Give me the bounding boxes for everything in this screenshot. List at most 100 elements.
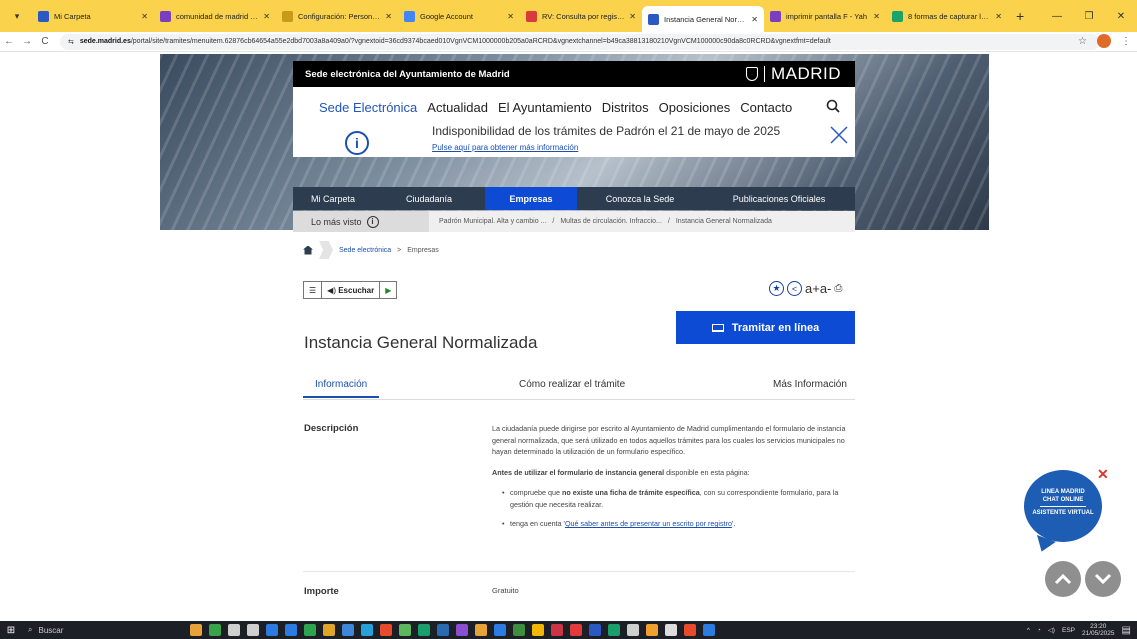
taskbar-app-icon[interactable] — [684, 624, 696, 636]
most-viewed-link[interactable]: Multas de circulación. Infraccio... — [560, 218, 662, 225]
browser-tab[interactable]: Instancia General Normal ✕ — [642, 6, 764, 32]
main-nav-item[interactable]: Contacto — [740, 100, 792, 115]
taskbar-app-icon[interactable] — [285, 624, 297, 636]
browser-tab[interactable]: Google Account ✕ — [398, 4, 520, 28]
site-info-icon[interactable]: ⇆ — [68, 38, 74, 46]
windows-start-icon[interactable]: ⊞ — [0, 625, 22, 636]
taskbar-app-icon[interactable] — [418, 624, 430, 636]
profile-avatar[interactable] — [1097, 34, 1111, 48]
section-nav-item[interactable]: Ciudadanía — [373, 187, 485, 210]
taskbar-app-icon[interactable] — [437, 624, 449, 636]
section-nav-item[interactable]: Empresas — [485, 187, 577, 210]
forward-icon[interactable]: → — [18, 36, 36, 47]
home-icon[interactable] — [303, 245, 313, 255]
search-icon[interactable] — [826, 99, 840, 113]
taskbar-app-icon[interactable] — [209, 624, 221, 636]
bookmark-star-icon[interactable]: ☆ — [1078, 36, 1087, 47]
browser-tab[interactable]: RV: Consulta por registro ✕ — [520, 4, 642, 28]
close-tab-icon[interactable]: ✕ — [263, 12, 270, 21]
favorite-star-icon[interactable]: ★ — [769, 281, 784, 296]
taskbar-app-icon[interactable] — [494, 624, 506, 636]
taskbar-search[interactable]: ⌕ Buscar — [22, 625, 142, 635]
tab-como-realizar[interactable]: Cómo realizar el trámite — [519, 379, 625, 390]
maximize-icon[interactable]: ❐ — [1073, 11, 1105, 22]
taskbar-app-icon[interactable] — [323, 624, 335, 636]
taskbar-app-icon[interactable] — [513, 624, 525, 636]
font-size-icon[interactable]: a+a- — [805, 281, 831, 296]
notice-link[interactable]: Pulse aquí para obtener más información — [432, 143, 578, 152]
most-viewed-link[interactable]: Padrón Municipal. Alta y cambio ... — [439, 218, 546, 225]
back-icon[interactable]: ← — [0, 36, 18, 47]
taskbar-app-icon[interactable] — [399, 624, 411, 636]
taskbar-app-icon[interactable] — [608, 624, 620, 636]
taskbar-app-icon[interactable] — [589, 624, 601, 636]
browser-menu-icon[interactable]: ⋮ — [1121, 36, 1131, 47]
clock[interactable]: 23:20 21/05/2025 — [1082, 623, 1115, 637]
share-icon[interactable]: < — [787, 281, 802, 296]
scroll-up-button[interactable] — [1045, 561, 1081, 597]
main-nav-item[interactable]: Distritos — [602, 100, 649, 115]
browser-tab[interactable]: Mi Carpeta ✕ — [32, 4, 154, 28]
reload-icon[interactable]: C — [36, 36, 54, 47]
close-chat-icon[interactable]: ✕ — [1097, 466, 1109, 483]
taskbar-app-icon[interactable] — [627, 624, 639, 636]
close-notice-icon[interactable] — [829, 125, 849, 145]
play-icon[interactable]: ▶ — [380, 282, 396, 298]
taskbar-app-icon[interactable] — [646, 624, 658, 636]
madrid-logo[interactable]: MADRID — [745, 64, 841, 84]
close-tab-icon[interactable]: ✕ — [995, 12, 1002, 21]
tab-informacion[interactable]: Información — [303, 379, 380, 398]
browser-tab[interactable]: imprimir pantalla F - Yah ✕ — [764, 4, 886, 28]
taskbar-app-icon[interactable] — [228, 624, 240, 636]
language-indicator[interactable]: ESP — [1062, 627, 1075, 634]
browser-tab[interactable]: 8 formas de capturar la p ✕ — [886, 4, 1008, 28]
tramitar-en-linea-button[interactable]: Tramitar en línea — [676, 311, 855, 344]
chat-assistant-button[interactable]: LINEA MADRID CHAT ONLINE ASISTENTE VIRTU… — [1024, 470, 1102, 542]
taskbar-app-icon[interactable] — [665, 624, 677, 636]
menu-icon[interactable]: ☰ — [304, 282, 323, 298]
main-nav-item[interactable]: El Ayuntamiento — [498, 100, 592, 115]
minimize-icon[interactable]: — — [1041, 11, 1073, 22]
new-tab-button[interactable]: + — [1016, 8, 1024, 24]
taskbar-app-icon[interactable] — [190, 624, 202, 636]
browser-tab[interactable]: comunidad de madrid seu ✕ — [154, 4, 276, 28]
taskbar-app-icon[interactable] — [247, 624, 259, 636]
notifications-icon[interactable]: ▤ — [1122, 625, 1131, 636]
taskbar-app-icon[interactable] — [342, 624, 354, 636]
close-tab-icon[interactable]: ✕ — [385, 12, 392, 21]
section-nav-item[interactable]: Conozca la Sede — [577, 187, 703, 210]
taskbar-app-icon[interactable] — [475, 624, 487, 636]
browser-tab[interactable]: Configuración: Personaliz ✕ — [276, 4, 398, 28]
print-icon[interactable]: ⎙ — [834, 283, 842, 294]
que-saber-link[interactable]: Qué saber antes de presentar un escrito … — [565, 519, 732, 528]
main-nav-item[interactable]: Sede Electrónica — [319, 100, 417, 115]
taskbar-app-icon[interactable] — [703, 624, 715, 636]
section-nav-item[interactable]: Mi Carpeta — [293, 187, 373, 210]
volume-icon[interactable]: ◁) — [1048, 626, 1055, 634]
scroll-down-button[interactable] — [1085, 561, 1121, 597]
close-tab-icon[interactable]: ✕ — [141, 12, 148, 21]
most-viewed-link[interactable]: Instancia General Normalizada — [676, 218, 772, 225]
main-nav-item[interactable]: Actualidad — [427, 100, 488, 115]
close-tab-icon[interactable]: ✕ — [507, 12, 514, 21]
taskbar-app-icon[interactable] — [532, 624, 544, 636]
close-tab-icon[interactable]: ✕ — [629, 12, 636, 21]
url-field[interactable]: ⇆ sede.madrid.es /portal/site/tramites/m… — [60, 33, 1100, 50]
section-nav-item[interactable]: Publicaciones Oficiales — [703, 187, 855, 210]
main-nav-item[interactable]: Oposiciones — [659, 100, 731, 115]
tray-chevron-icon[interactable]: ^ — [1027, 627, 1030, 634]
close-tab-icon[interactable]: ✕ — [751, 15, 758, 24]
taskbar-app-icon[interactable] — [380, 624, 392, 636]
network-icon[interactable]: ◔ — [1037, 627, 1041, 634]
close-window-icon[interactable]: ✕ — [1105, 11, 1137, 22]
close-tab-icon[interactable]: ✕ — [873, 12, 880, 21]
taskbar-app-icon[interactable] — [266, 624, 278, 636]
listen-button[interactable]: ◀) Escuchar — [322, 282, 381, 298]
tab-mas-informacion[interactable]: Más Información — [773, 379, 847, 390]
taskbar-app-icon[interactable] — [361, 624, 373, 636]
taskbar-app-icon[interactable] — [570, 624, 582, 636]
taskbar-app-icon[interactable] — [304, 624, 316, 636]
taskbar-app-icon[interactable] — [551, 624, 563, 636]
tab-search-icon[interactable]: ▾ — [8, 7, 26, 25]
taskbar-app-icon[interactable] — [456, 624, 468, 636]
